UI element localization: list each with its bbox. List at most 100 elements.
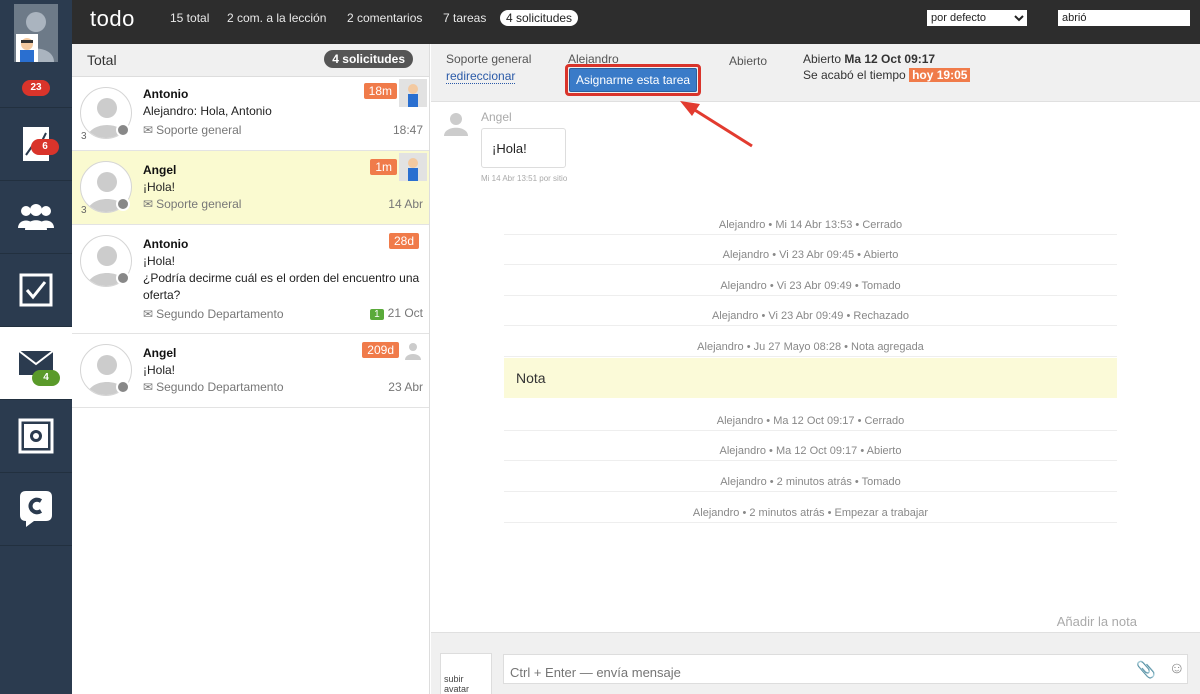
list-item[interactable]: Antonio ¡Hola! ¿Podría decirme cuál es e… [72,225,429,334]
item-time: 1 21 Oct [370,306,423,320]
unassigned-user-icon [403,340,423,360]
status-dot [116,271,130,285]
item-department: ✉ Soporte general [143,123,241,137]
tab-total[interactable]: 15 total [170,11,209,25]
detail-header: Soporte general redireccionar Alejandro … [431,44,1200,102]
message-thread: Angel ¡Hola! Mi 14 Abr 13:51 por sitio A… [431,102,1200,634]
item-name: Angel [143,163,177,177]
unread-count: 1 [370,309,384,320]
add-note-link[interactable]: Añadir la nota [1057,614,1137,629]
message-author-avatar [443,110,469,136]
age-badge: 28d [388,233,419,249]
list-header-count: 4 solicitudes [324,50,413,68]
deadline-prefix: Se acabó el tiempo [803,68,906,82]
envelope-icon: ✉ [143,123,154,137]
message-composer: subir avatar 📎 ☺ [431,632,1200,694]
sort-select[interactable]: por defecto [927,10,1027,26]
top-bar: todo 15 total 2 com. a la lección 2 come… [72,0,1200,44]
item-time-label: 21 Oct [387,306,423,320]
timeline-event: Alejandro • Ma 12 Oct 09:17 • Cerrado [504,415,1117,431]
settings-icon [18,418,54,454]
redirect-link[interactable]: redireccionar [446,69,516,84]
timeline-event: Alejandro • 2 minutos atrás • Empezar a … [504,507,1117,523]
item-department: ✉ Segundo Departamento [143,380,284,394]
message-author: Angel [481,110,512,124]
tab-comments[interactable]: 2 comentarios [347,11,422,25]
sidebar-item-tasks[interactable] [0,254,72,327]
status-dot [116,123,130,137]
emoji-icon[interactable]: ☺ [1169,660,1185,678]
list-item[interactable]: Angel ¡Hola! ✉ Segundo Departamento 23 Ab… [72,334,429,408]
sidebar-item-settings[interactable] [0,400,72,473]
item-department: ✉ Soporte general [143,197,241,211]
message-bubble: ¡Hola! [481,128,566,168]
timeline-event: Alejandro • Vi 23 Abr 09:49 • Tomado [504,280,1117,296]
item-department-label: Soporte general [156,123,242,137]
assign-button-highlight: Asignarme esta tarea [565,64,702,96]
timeline-event: Alejandro • Vi 23 Abr 09:49 • Rechazado [504,310,1117,326]
item-text: oferta? [143,288,181,302]
item-name: Antonio [143,237,189,251]
envelope-icon: ✉ [143,197,154,211]
tab-requests[interactable]: 4 solicitudes [500,10,579,26]
status-dot [116,197,130,211]
age-badge: 209d [362,342,399,358]
attach-icon[interactable]: 📎 [1136,660,1156,680]
item-department-label: Soporte general [156,197,242,211]
item-text: ¡Hola! [143,180,176,194]
item-time: 18:47 [392,123,423,137]
item-time: 14 Abr [388,197,423,211]
list-item[interactable]: 3 Antonio Alejandro: Hola, Antonio ✉ Sopo… [72,77,429,151]
item-text: ¡Hola! [143,363,176,377]
list-header: Total 4 solicitudes [72,44,429,77]
list-item[interactable]: 3 Angel ¡Hola! ✉ Soporte general 14 Abr 1… [72,151,429,225]
page-title: todo [90,6,135,31]
conversation-list: Total 4 solicitudes 3 Antonio Alejandro:… [72,44,430,694]
item-number: 3 [81,205,87,216]
tasks-icon [19,273,53,307]
tab-tasks[interactable]: 7 tareas [443,11,486,25]
timeline-event: Alejandro • Mi 14 Abr 13:53 • Cerrado [504,219,1117,235]
item-name: Angel [143,346,177,360]
stats-badge: 6 [31,139,59,155]
age-badge: 1m [370,159,397,175]
deadline-info: Se acabó el tiempo hoy 19:05 [803,68,971,82]
assign-to-me-button[interactable]: Asignarme esta tarea [569,68,698,92]
timeline-event: Alejandro • Ju 27 Mayo 08:28 • Nota agre… [504,341,1117,357]
assignee-avatar [399,153,427,181]
sidebar-item-mail[interactable]: 4 [0,327,72,400]
opened-date: Ma 12 Oct 09:17 [844,52,936,66]
users-icon [18,204,54,230]
sidebar-item-stats[interactable]: 6 [0,108,72,181]
item-number: 3 [81,131,87,142]
sidebar-rail: 23 6 4 [0,0,72,694]
item-department: ✉ Segundo Departamento [143,307,284,321]
upload-avatar-button[interactable]: subir avatar [440,653,492,694]
request-detail: Soporte general redireccionar Alejandro … [431,44,1200,694]
sidebar-item-users[interactable] [0,181,72,254]
message-meta: Mi 14 Abr 13:51 por sitio [481,174,568,183]
item-text: Alejandro: Hola, Antonio [143,104,272,118]
sidebar-item-profile[interactable]: 23 [0,0,72,108]
app-root: 23 6 4 todo 15 total 2 com. a la lección… [0,0,1200,694]
sidebar-item-brand[interactable] [0,473,72,546]
item-text: ¿Podría decirme cuál es el orden del enc… [143,271,420,285]
envelope-icon: ✉ [143,380,154,394]
mail-badge: 4 [32,370,60,386]
item-department-label: Segundo Departamento [156,380,284,394]
user-avatar[interactable] [14,4,58,62]
age-badge: 18m [363,83,397,99]
opened-prefix: Abierto [803,52,842,66]
tab-lesson-comments[interactable]: 2 com. a la lección [227,11,326,25]
notification-badge: 23 [22,80,50,96]
chat-logo-icon [20,491,52,527]
item-text: ¡Hola! [143,254,176,268]
opened-info: Abierto Ma 12 Oct 09:17 [803,52,935,66]
timeline-event: Alejandro • 2 minutos atrás • Tomado [504,476,1117,492]
department-label: Soporte general [446,52,532,66]
message-input[interactable] [503,654,1188,684]
item-name: Antonio [143,87,189,101]
item-time: 23 Abr [388,380,423,394]
assignee-avatar [399,79,427,107]
filter-input[interactable] [1058,10,1190,26]
